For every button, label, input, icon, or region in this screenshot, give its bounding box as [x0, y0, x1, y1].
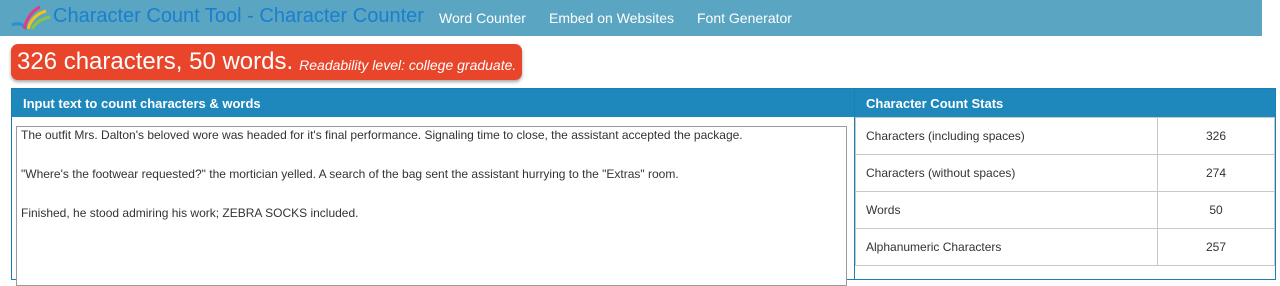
top-navbar: Character Count Tool - Character Counter…: [0, 0, 1262, 36]
stat-value: 326: [1157, 117, 1275, 155]
nav-font-generator-link[interactable]: Font Generator: [697, 10, 792, 26]
stats-panel: Character Count Stats Characters (includ…: [854, 88, 1276, 280]
table-row: Characters (without spaces) 274: [855, 154, 1275, 192]
stat-label: Characters (including spaces): [855, 117, 1158, 155]
text-input-area[interactable]: The outfit Mrs. Dalton's beloved wore wa…: [16, 126, 847, 286]
stat-value: 50: [1157, 191, 1275, 229]
nav-embed-link[interactable]: Embed on Websites: [549, 10, 674, 26]
stat-value: 274: [1157, 154, 1275, 192]
nav-word-counter-link[interactable]: Word Counter: [439, 10, 526, 26]
result-summary-banner: 326 characters, 50 words. Readability le…: [11, 44, 523, 80]
stat-label: Words: [855, 191, 1158, 229]
readability-level: Readability level: college graduate.: [299, 57, 517, 73]
input-panel: Input text to count characters & words T…: [11, 88, 855, 286]
text-paragraph: "Where's the footwear requested?" the mo…: [21, 167, 679, 181]
stat-value: 257: [1157, 228, 1275, 266]
stats-table: Characters (including spaces) 326 Charac…: [855, 117, 1275, 266]
text-paragraph: The outfit Mrs. Dalton's beloved wore wa…: [21, 128, 743, 142]
text-paragraph: Finished, he stood admiring his work; ZE…: [21, 206, 359, 220]
table-row: Alphanumeric Characters 257: [855, 228, 1275, 266]
input-panel-title: Input text to count characters & words: [12, 89, 854, 117]
stat-label: Characters (without spaces): [855, 154, 1158, 192]
table-row: Characters (including spaces) 326: [855, 117, 1275, 155]
stats-panel-title: Character Count Stats: [855, 89, 1275, 117]
table-row: Words 50: [855, 191, 1275, 229]
colorful-feather-logo-icon[interactable]: [10, 3, 52, 33]
stat-label: Alphanumeric Characters: [855, 228, 1158, 266]
brand-title-link[interactable]: Character Count Tool - Character Counter: [53, 5, 424, 28]
count-summary: 326 characters, 50 words.: [17, 48, 294, 75]
